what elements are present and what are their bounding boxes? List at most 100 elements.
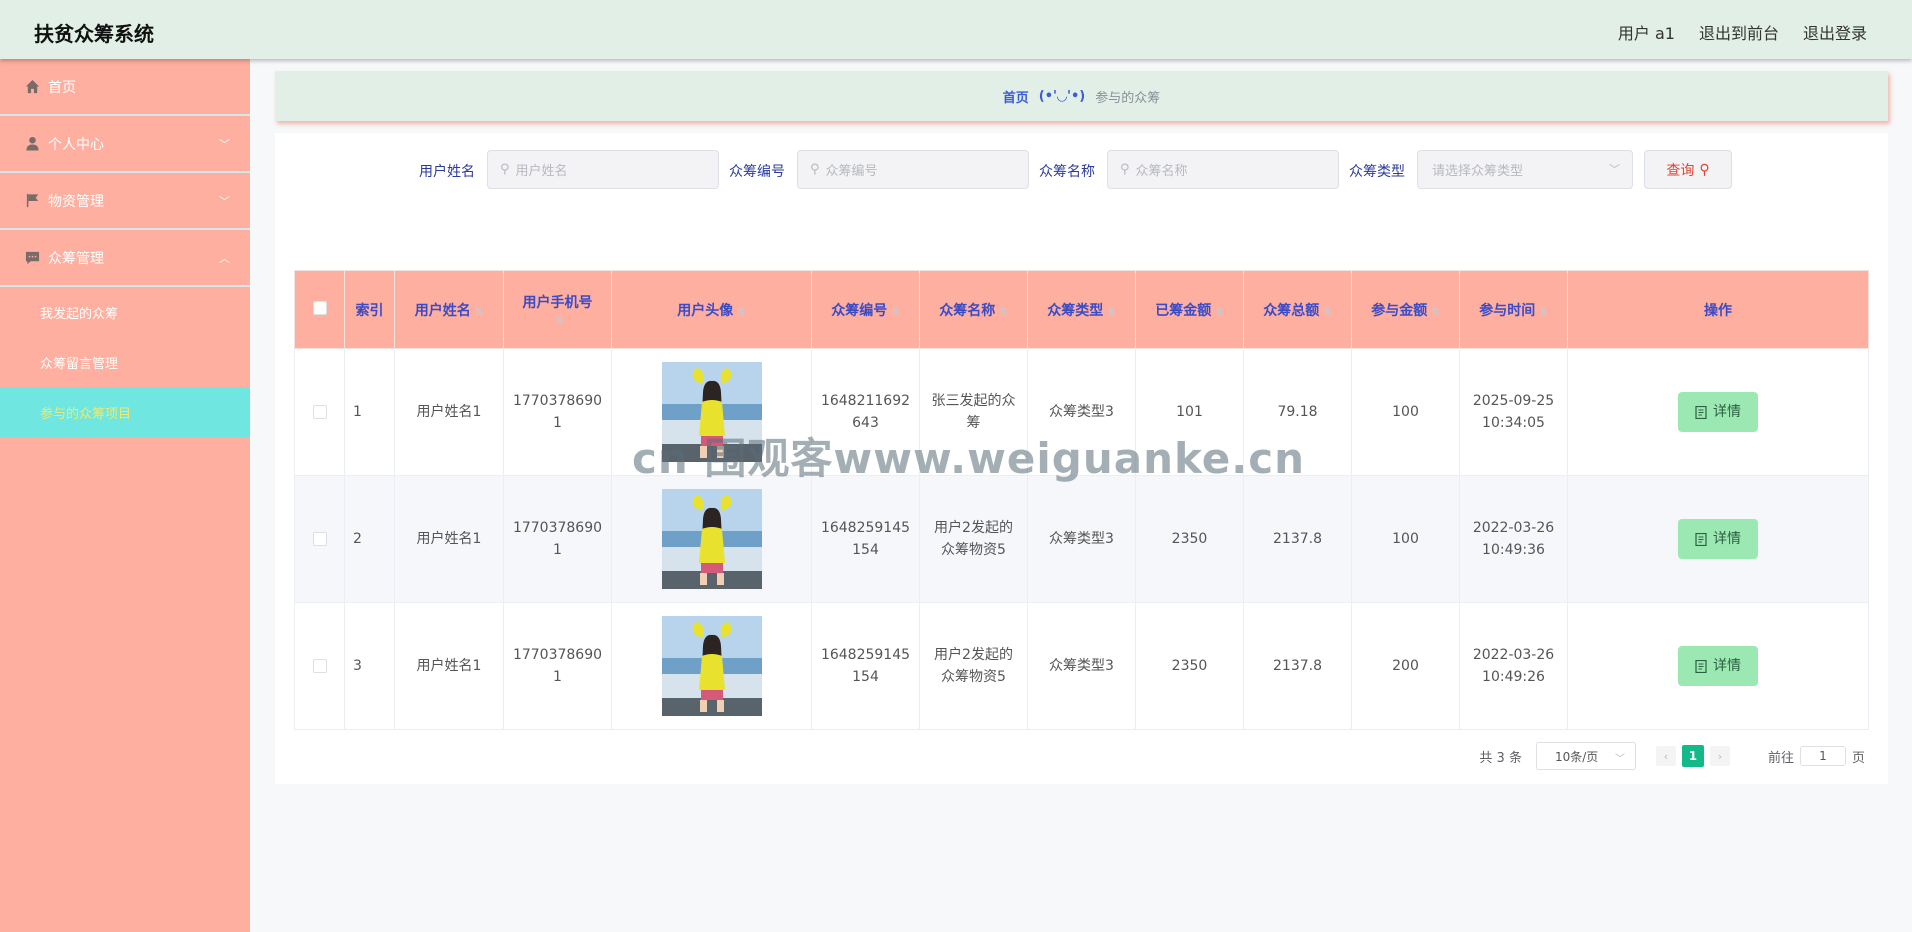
cell-type: 众筹类型3 [1027, 602, 1136, 730]
search-icon: ⚲ [500, 162, 510, 177]
chevron-up-icon: ︿ [219, 252, 230, 265]
search-icon: ⚲ [1120, 162, 1130, 177]
sidebar-item-supplies[interactable]: 物资管理 ﹀ [0, 173, 250, 230]
detail-button[interactable]: 详情 [1678, 392, 1758, 432]
prev-page-button[interactable]: ‹ [1655, 746, 1676, 766]
column-header: 操作 [1567, 270, 1869, 349]
page-number[interactable]: 1 [1681, 745, 1704, 767]
cell-phone: 1770378690 1 [503, 348, 612, 476]
cell-avatar [611, 475, 812, 603]
sidebar-item-label: 物资管理 [48, 193, 104, 210]
column-header[interactable]: 用户姓名 ⇅ [394, 270, 504, 349]
flag-icon [24, 193, 40, 209]
sort-icon: ⇅ [999, 306, 1008, 318]
detail-button[interactable]: 详情 [1678, 519, 1758, 559]
cell-amount: 100 [1351, 348, 1460, 476]
select-all-checkbox[interactable] [294, 270, 345, 349]
breadcrumb: 首页 (•'◡'•) 参与的众筹 [275, 71, 1888, 121]
row-checkbox[interactable] [294, 602, 345, 730]
user-icon [24, 136, 40, 152]
cell-username: 用户姓名1 [394, 348, 504, 476]
row-checkbox[interactable] [294, 348, 345, 476]
pagination: 共 3 条 10条/页 ﹀ ‹ 1 › 前往 1 页 [1479, 742, 1865, 770]
type-label: 众筹类型 [1349, 164, 1405, 180]
column-header[interactable]: 众筹编号 ⇅ [811, 270, 920, 349]
watermark: cn 围观客www.weiguanke.cn [632, 434, 1306, 483]
query-button[interactable]: 查询 ⚲ [1644, 150, 1732, 189]
sidebar-item-label: 首页 [48, 79, 76, 96]
column-header[interactable]: 已筹金额 ⇅ [1135, 270, 1244, 349]
logout-link[interactable]: 退出登录 [1803, 20, 1867, 44]
cell-username: 用户姓名1 [394, 475, 504, 603]
cell-total: 2137.8 [1243, 475, 1352, 603]
column-header[interactable]: 众筹类型 ⇅ [1027, 270, 1136, 349]
sort-icon: ⇅ [555, 315, 564, 327]
table-row: 3 用户姓名1 1770378690 1 1648259145 154 用户2发起的… [294, 602, 1869, 730]
chevron-down-icon: ﹀ [219, 138, 230, 151]
breadcrumb-separator: (•'◡'•) [1038, 88, 1086, 104]
row-checkbox[interactable] [294, 475, 345, 603]
column-header[interactable]: 参与时间 ⇅ [1459, 270, 1568, 349]
header-actions: 用户 a1 退出到前台 退出登录 [1618, 20, 1867, 44]
cell-time: 2022-03-26 10:49:26 [1459, 602, 1568, 730]
goto-page-input[interactable]: 1 [1799, 746, 1846, 766]
cell-phone: 1770378690 1 [503, 475, 612, 603]
total-count: 共 3 条 [1479, 750, 1522, 766]
breadcrumb-home[interactable]: 首页 [1003, 87, 1029, 106]
user-avatar-image [661, 616, 762, 716]
app-title: 扶贫众筹系统 [34, 22, 154, 46]
sort-icon: ⇅ [1323, 306, 1332, 318]
username-input[interactable]: ⚲ 用户姓名 [487, 150, 719, 189]
search-icon: ⚲ [810, 162, 820, 177]
home-icon [24, 79, 40, 95]
chat-icon [24, 250, 40, 266]
cell-raised: 2350 [1135, 602, 1244, 730]
document-icon [1695, 659, 1707, 673]
sidebar-subitem-messages[interactable]: 众筹留言管理 [0, 337, 250, 387]
sidebar-item-home[interactable]: 首页 [0, 59, 250, 116]
cell-actions: 详情 [1567, 475, 1869, 603]
cell-username: 用户姓名1 [394, 602, 504, 730]
name-label: 众筹名称 [1039, 164, 1095, 180]
chevron-down-icon: ﹀ [1614, 754, 1625, 765]
search-bar: 用户姓名 ⚲ 用户姓名 众筹编号 ⚲ 众筹编号 众筹名称 ⚲ 众筹名称 众筹类型… [275, 149, 1888, 189]
document-icon [1695, 405, 1707, 419]
sidebar-item-label: 众筹管理 [48, 250, 104, 267]
next-page-button[interactable]: › [1709, 746, 1730, 766]
sort-icon: ⇅ [737, 306, 746, 318]
detail-button[interactable]: 详情 [1678, 646, 1758, 686]
goto-page: 前往 1 页 [1768, 746, 1865, 766]
column-header[interactable]: 用户头像 ⇅ [611, 270, 812, 349]
page-size-select[interactable]: 10条/页 ﹀ [1535, 742, 1636, 770]
cell-amount: 200 [1351, 602, 1460, 730]
cell-title: 用户2发起的 众筹物资5 [919, 475, 1028, 603]
cell-total: 2137.8 [1243, 602, 1352, 730]
sort-icon: ⇅ [1107, 306, 1116, 318]
column-header[interactable]: 参与金额 ⇅ [1351, 270, 1460, 349]
sidebar-item-crowdfunding[interactable]: 众筹管理 ︿ [0, 230, 250, 287]
cell-actions: 详情 [1567, 602, 1869, 730]
document-icon [1695, 532, 1707, 546]
participation-table: 索引 用户姓名 ⇅ 用户手机号 ⇅ 用户头像 ⇅ 众筹编号 ⇅ 众筹名称 ⇅ 众筹类型 ⇅ … [294, 270, 1869, 730]
sidebar-subitem-my-crowdfunding[interactable]: 我发起的众筹 [0, 287, 250, 337]
sort-icon: ⇅ [891, 306, 900, 318]
column-header[interactable]: 用户手机号 ⇅ [503, 270, 612, 349]
cell-type: 众筹类型3 [1027, 475, 1136, 603]
top-header: 扶贫众筹系统 用户 a1 退出到前台 退出登录 [0, 0, 1912, 59]
cell-avatar [611, 602, 812, 730]
cell-index: 2 [344, 475, 395, 603]
name-input[interactable]: ⚲ 众筹名称 [1107, 150, 1339, 189]
code-input[interactable]: ⚲ 众筹编号 [797, 150, 1029, 189]
sort-icon: ⇅ [1539, 306, 1548, 318]
type-select[interactable]: 请选择众筹类型 ﹀ [1417, 150, 1633, 189]
cell-title: 用户2发起的 众筹物资5 [919, 602, 1028, 730]
cell-actions: 详情 [1567, 348, 1869, 476]
sort-icon: ⇅ [474, 306, 484, 318]
sidebar-subitem-joined-projects[interactable]: 参与的众筹项目 [0, 387, 250, 437]
cell-index: 3 [344, 602, 395, 730]
exit-to-front-link[interactable]: 退出到前台 [1699, 20, 1779, 44]
chevron-down-icon: ﹀ [1609, 163, 1620, 176]
column-header[interactable]: 众筹总额 ⇅ [1243, 270, 1352, 349]
sidebar-item-personal-center[interactable]: 个人中心 ﹀ [0, 116, 250, 173]
column-header[interactable]: 众筹名称 ⇅ [919, 270, 1028, 349]
